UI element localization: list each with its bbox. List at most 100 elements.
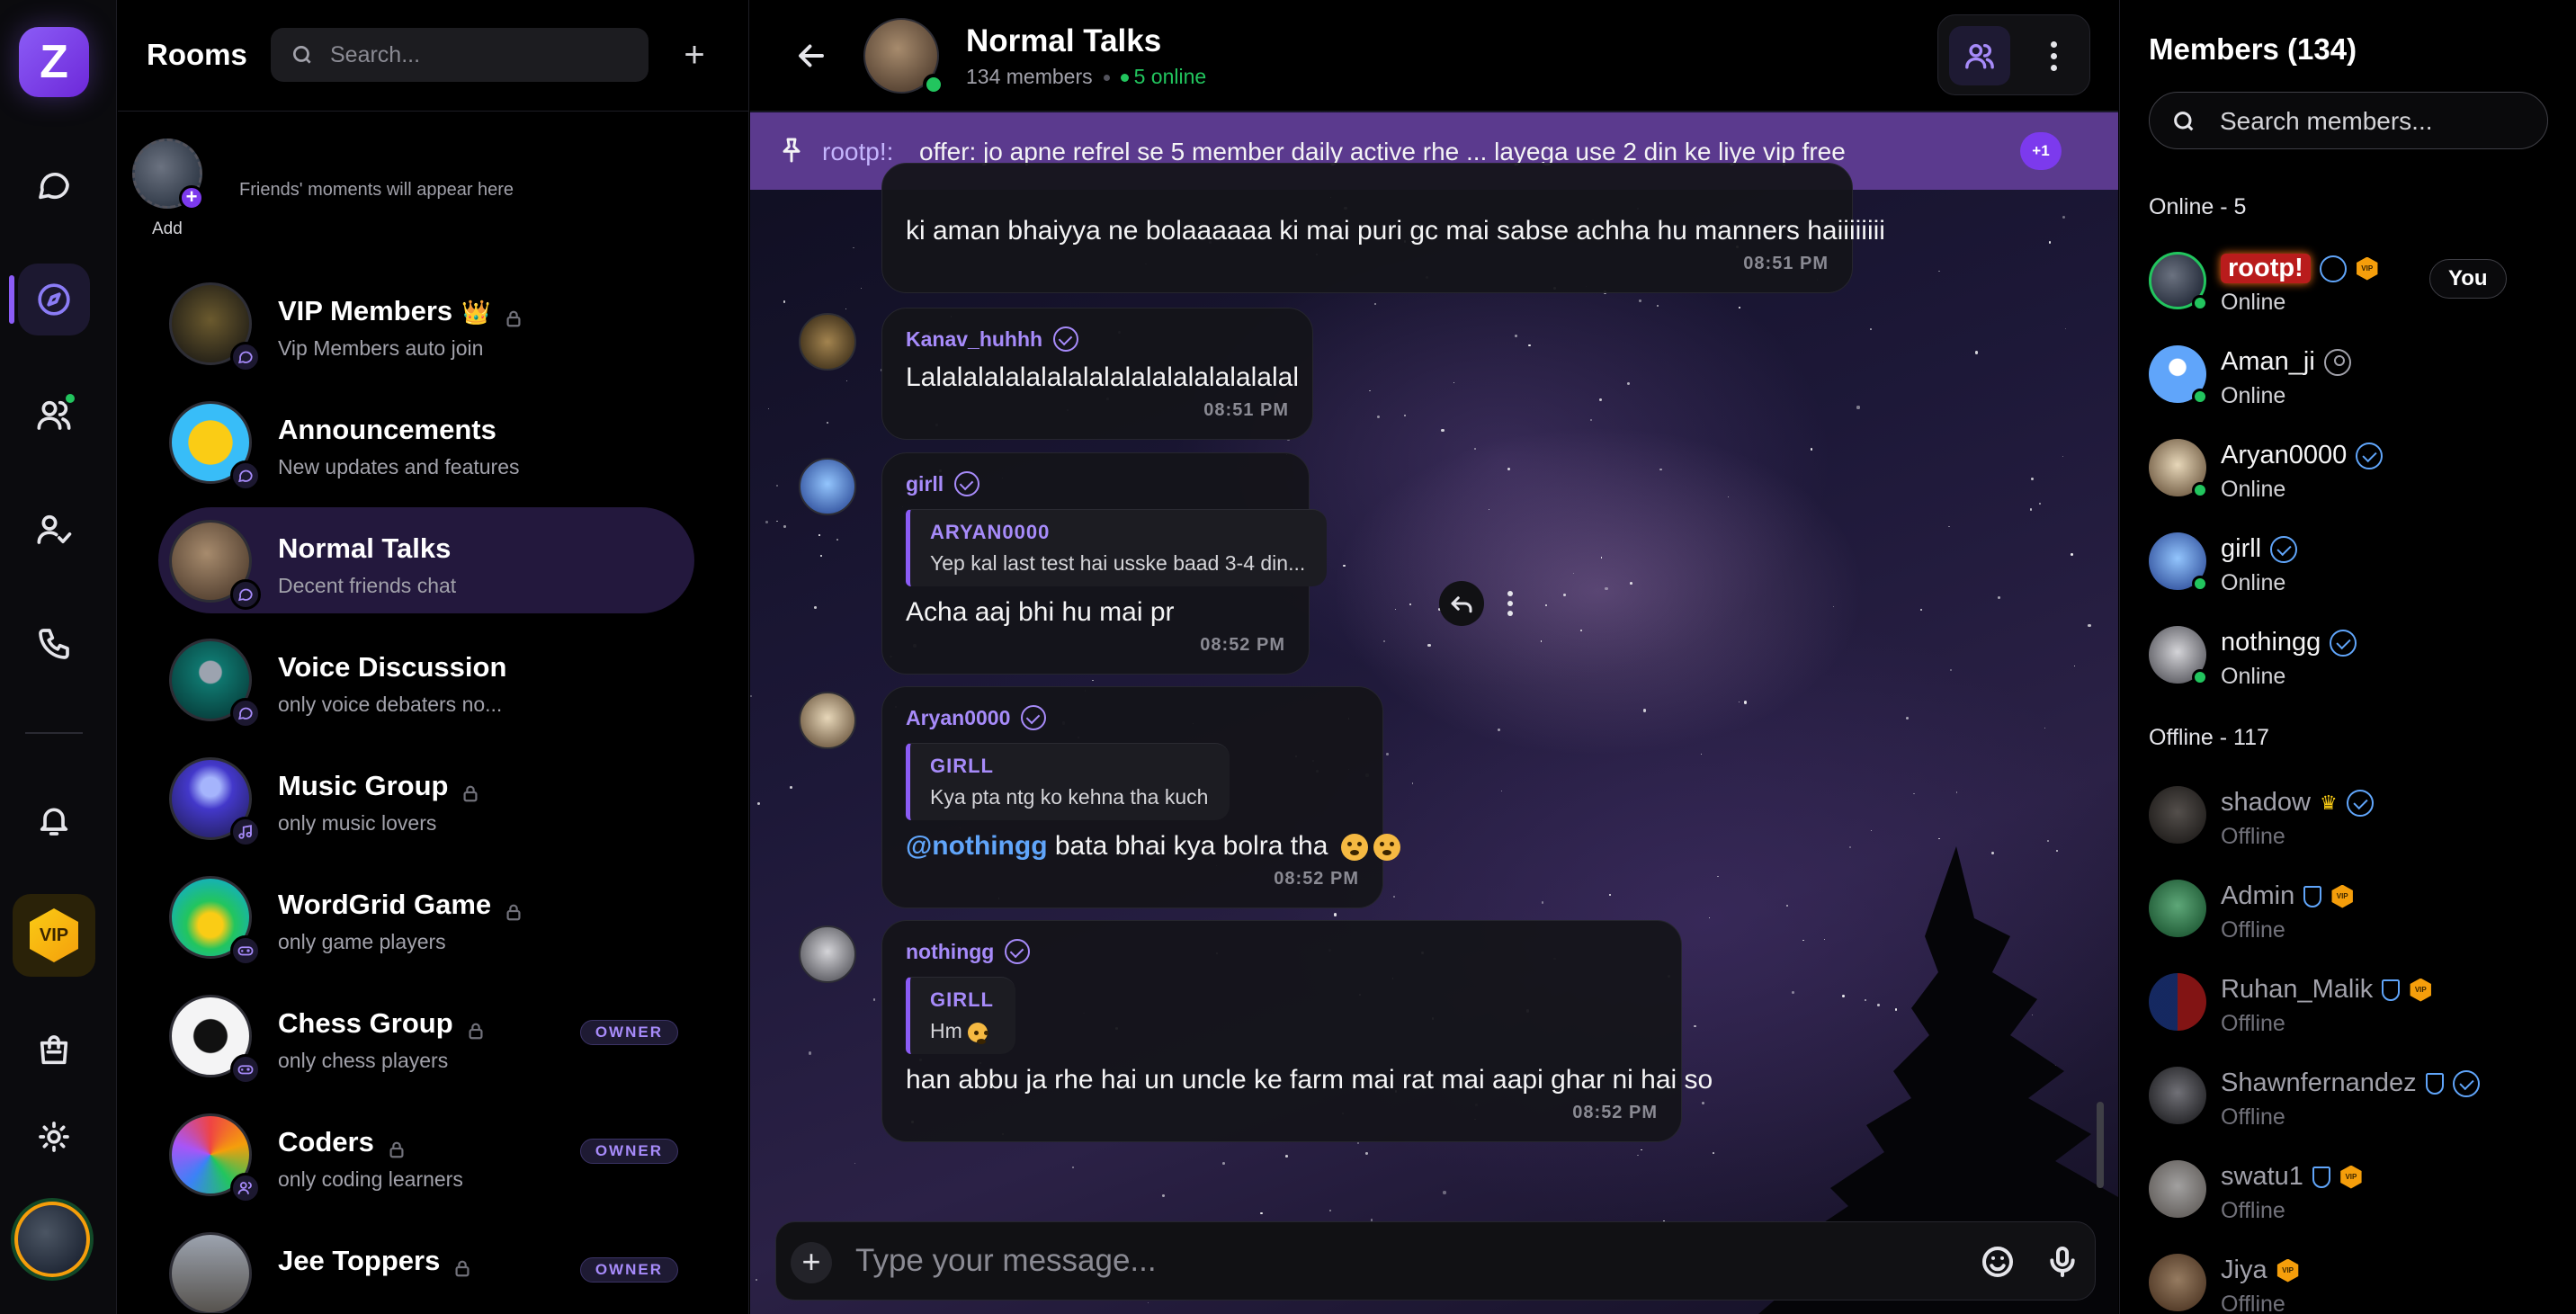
rooms-title: Rooms bbox=[147, 38, 247, 71]
verified-icon bbox=[954, 471, 980, 496]
back-button[interactable] bbox=[795, 40, 827, 72]
rooms-search-input[interactable] bbox=[330, 41, 636, 68]
members-search[interactable] bbox=[2149, 92, 2548, 149]
voice-record-button[interactable] bbox=[2044, 1244, 2080, 1280]
emoji-button[interactable] bbox=[1980, 1244, 2016, 1280]
member-row[interactable]: Aryan0000 Online bbox=[2149, 430, 2563, 502]
room-name: WordGrid Game bbox=[278, 889, 523, 921]
notifications-nav-button[interactable] bbox=[18, 784, 90, 856]
shield-icon bbox=[2382, 979, 2401, 1001]
member-row[interactable]: shadow ♛ Offline bbox=[2149, 777, 2563, 849]
member-avatar bbox=[2149, 1067, 2206, 1124]
verified-icon bbox=[1005, 939, 1031, 964]
room-name: Coders bbox=[278, 1126, 407, 1158]
crown-icon: 👑 bbox=[461, 299, 491, 326]
room-item-wordgrid-game[interactable]: WordGrid Game only game players bbox=[158, 863, 694, 970]
add-moment-button[interactable]: + bbox=[179, 185, 204, 210]
sender-avatar[interactable] bbox=[799, 458, 856, 515]
member-row[interactable]: swatu1 VIP Offline bbox=[2149, 1151, 2563, 1223]
member-row[interactable]: Admin VIP Offline bbox=[2149, 871, 2563, 943]
mention-link[interactable]: @nothingg bbox=[906, 831, 1048, 861]
sender-avatar[interactable] bbox=[799, 313, 856, 371]
rooms-search[interactable] bbox=[271, 28, 648, 82]
calls-nav-button[interactable] bbox=[18, 608, 90, 680]
members-panel: Members (134) Online - 5 rootp!VIP Onlin… bbox=[2119, 0, 2576, 1314]
dizzy-emoji-icon bbox=[1373, 834, 1400, 862]
shield-icon bbox=[2425, 1072, 2444, 1095]
vip-badge-icon: VIP bbox=[2276, 1258, 2299, 1283]
rooms-panel: Rooms + + Add Friends' moments will appe… bbox=[118, 0, 749, 1314]
quoted-reply[interactable]: GIRLL Hm bbox=[906, 977, 1015, 1054]
music-icon bbox=[230, 817, 261, 847]
profile-avatar[interactable] bbox=[14, 1202, 90, 1277]
member-row[interactable]: nothingg Online bbox=[2149, 617, 2563, 689]
room-item-music-group[interactable]: Music Group only music lovers bbox=[158, 745, 694, 851]
message-input[interactable] bbox=[855, 1237, 1899, 1285]
rooms-header: Rooms + bbox=[118, 0, 749, 112]
sender-avatar[interactable] bbox=[799, 925, 856, 983]
reply-button[interactable] bbox=[1439, 581, 1484, 626]
member-row[interactable]: Ruhan_Malik VIP Offline bbox=[2149, 964, 2563, 1036]
pinned-author: rootp!: bbox=[822, 138, 894, 165]
members-toggle-button[interactable] bbox=[1949, 26, 2010, 85]
member-status: Online bbox=[2221, 383, 2286, 408]
member-row[interactable]: rootp! VIP Online You bbox=[2149, 243, 2563, 315]
message-bubble[interactable]: ki aman bhaiyya ne bolaaaaaa ki mai puri… bbox=[881, 163, 1885, 293]
member-status: Offline bbox=[2221, 1011, 2285, 1036]
member-row[interactable]: girll Online bbox=[2149, 523, 2563, 595]
vip-nav-button[interactable]: VIP bbox=[13, 894, 95, 977]
app-logo[interactable]: Z bbox=[19, 27, 89, 97]
owner-badge: OWNER bbox=[579, 1257, 678, 1283]
room-description: only music lovers bbox=[278, 811, 437, 835]
message-more-button[interactable] bbox=[1498, 591, 1522, 623]
chat-scrollbar[interactable] bbox=[2094, 193, 2106, 1210]
members-search-input[interactable] bbox=[2220, 102, 2535, 141]
friends-nav-button[interactable] bbox=[18, 379, 90, 451]
add-room-button[interactable]: + bbox=[674, 34, 715, 76]
vip-badge-icon: VIP bbox=[2331, 884, 2353, 908]
room-item-voice-discussion[interactable]: Voice Discussion only voice debaters no.… bbox=[158, 626, 694, 732]
shield-icon bbox=[2319, 255, 2347, 282]
room-name: Normal Talks bbox=[278, 532, 452, 564]
message-bubble[interactable]: girll ARYAN0000 Yep kal last test hai us… bbox=[881, 452, 1328, 675]
verified-icon bbox=[2452, 1069, 2480, 1097]
member-row[interactable]: Aman_ji Online bbox=[2149, 336, 2563, 408]
explore-nav-button[interactable] bbox=[18, 264, 90, 335]
member-avatar bbox=[2149, 880, 2206, 937]
message-bubble[interactable]: nothingg GIRLL Hm han abbu ja rhe hai un… bbox=[881, 920, 1713, 1142]
sender-avatar[interactable] bbox=[799, 692, 856, 749]
scrollbar-thumb[interactable] bbox=[2097, 1102, 2104, 1188]
member-row[interactable]: Shawnfernandez Offline bbox=[2149, 1058, 2563, 1130]
room-item-jee-toppers[interactable]: Jee Toppers OWNER bbox=[158, 1220, 694, 1313]
member-status: Online bbox=[2221, 477, 2286, 502]
member-name: shadow ♛ bbox=[2221, 788, 2374, 818]
store-nav-button[interactable] bbox=[18, 1015, 90, 1086]
requests-nav-button[interactable] bbox=[18, 493, 90, 565]
room-item-normal-talks[interactable]: Normal Talks Decent friends chat bbox=[158, 507, 694, 613]
chat-icon bbox=[39, 173, 69, 200]
chat-icon bbox=[230, 460, 261, 491]
room-item-chess-group[interactable]: Chess Group only chess players OWNER bbox=[158, 982, 694, 1088]
more-options-button[interactable] bbox=[2028, 26, 2079, 85]
quoted-author: GIRLL bbox=[930, 755, 994, 777]
message-bubble[interactable]: Aryan0000 GIRLL Kya pta ntg ko kehna tha… bbox=[881, 686, 1400, 908]
chats-nav-button[interactable] bbox=[18, 149, 90, 221]
room-item-vip-members[interactable]: VIP Members 👑 Vip Members auto join bbox=[158, 270, 694, 376]
pinned-count-badge[interactable]: +1 bbox=[2020, 132, 2062, 170]
quoted-reply[interactable]: ARYAN0000 Yep kal last test hai usske ba… bbox=[906, 509, 1328, 586]
more-vertical-icon bbox=[2050, 40, 2057, 71]
member-name: Admin VIP bbox=[2221, 881, 2354, 911]
online-indicator bbox=[2192, 389, 2208, 405]
quoted-author: ARYAN0000 bbox=[930, 521, 1051, 543]
message-bubble[interactable]: Kanav_huhhh Lalalalalalalalalalalalalala… bbox=[881, 308, 1313, 440]
attach-button[interactable]: + bbox=[791, 1242, 832, 1283]
theme-toggle-button[interactable] bbox=[18, 1101, 90, 1173]
room-item-coders[interactable]: Coders only coding learners OWNER bbox=[158, 1101, 694, 1207]
message-list: ki aman bhaiyya ne bolaaaaaa ki mai puri… bbox=[750, 163, 2118, 1215]
room-item-announcements[interactable]: Announcements New updates and features bbox=[158, 389, 694, 495]
chat-icon bbox=[230, 579, 261, 610]
room-description: only chess players bbox=[278, 1049, 449, 1072]
quoted-reply[interactable]: GIRLL Kya pta ntg ko kehna tha kuch bbox=[906, 743, 1230, 820]
room-name: Voice Discussion bbox=[278, 651, 507, 683]
member-row[interactable]: Jiya VIP Offline bbox=[2149, 1245, 2563, 1314]
